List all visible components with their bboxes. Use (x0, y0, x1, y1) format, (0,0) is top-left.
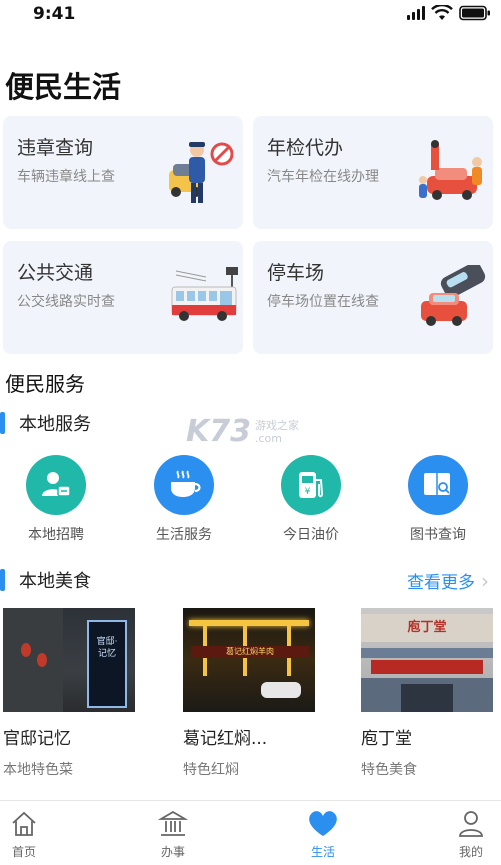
card-title: 违章查询 (17, 137, 94, 159)
watermark: K73 游戏之家 .com (186, 414, 299, 449)
traffic-police-icon (169, 142, 234, 203)
food-photo: 庖丁堂 (361, 608, 493, 712)
card-title: 年检代办 (267, 137, 344, 159)
tab-label: 生活 (310, 845, 335, 859)
header-accent-bar (0, 412, 5, 434)
local-service-header: 本地服务 (0, 410, 91, 436)
tab-affairs[interactable]: 办事 (133, 807, 213, 860)
food-tag: 本地特色菜 (3, 762, 73, 778)
chevron-right-icon: › (481, 568, 489, 593)
fuel-icon: ¥ (281, 455, 341, 515)
food-card[interactable]: 官邸·记忆 官邸记忆 本地特色菜 (3, 608, 135, 779)
local-food-header: 本地美食 (0, 567, 91, 593)
food-card[interactable]: 庖丁堂 庖丁堂 特色美食 (361, 608, 493, 779)
local-food-title: 本地美食 (19, 571, 91, 592)
food-name: 官邸记忆 (3, 729, 71, 749)
food-sign: 官邸·记忆 (96, 637, 118, 659)
status-time: 9:41 (33, 4, 76, 24)
card-subtitle: 车辆违章线上查 (17, 169, 115, 185)
tab-bar: 首页 办事 生活 我的 (0, 800, 501, 865)
svg-text:¥: ¥ (305, 487, 311, 497)
heart-icon (283, 807, 363, 841)
page-title: 便民生活 (5, 70, 122, 104)
car-inspection-icon (419, 140, 482, 200)
user-icon (431, 807, 501, 841)
food-name: 庖丁堂 (361, 729, 412, 749)
service-label: 生活服务 (156, 527, 212, 543)
food-name: 葛记红焖... (183, 729, 268, 749)
watermark-text: 游戏之家 (255, 418, 299, 432)
status-bar: 9:41 (0, 0, 501, 30)
watermark-domain: .com (255, 431, 282, 445)
battery-icon (459, 5, 490, 21)
food-photo: 葛记红焖羊肉 (183, 608, 315, 712)
food-tag: 特色红焖 (183, 762, 239, 778)
tab-life[interactable]: 生活 (283, 807, 363, 860)
tab-mine[interactable]: 我的 (431, 807, 501, 860)
service-fuel-price[interactable]: ¥ 今日油价 (256, 455, 366, 544)
signal-icon (407, 6, 425, 20)
wifi-icon (431, 5, 453, 20)
food-sign: 葛记红焖羊肉 (191, 646, 309, 658)
status-icons (407, 5, 491, 21)
coffee-icon (154, 455, 214, 515)
food-photo: 官邸·记忆 (3, 608, 135, 712)
service-life[interactable]: 生活服务 (129, 455, 239, 544)
card-parking[interactable]: 停车场 停车场位置在线查 (253, 241, 493, 354)
header-accent-bar (0, 569, 5, 591)
bus-icon (171, 267, 238, 321)
book-search-icon (408, 455, 468, 515)
service-recruitment[interactable]: 本地招聘 (1, 455, 111, 544)
section-title: 便民服务 (5, 372, 85, 396)
card-subtitle: 停车场位置在线查 (267, 294, 379, 310)
card-violation-query[interactable]: 违章查询 车辆违章线上查 (3, 116, 243, 229)
card-public-transport[interactable]: 公共交通 公交线路实时查 (3, 241, 243, 354)
tab-home[interactable]: 首页 (0, 807, 64, 860)
parking-icon (421, 265, 486, 326)
watermark-logo: K73 (186, 414, 251, 449)
see-more-link[interactable]: 查看更多 › (407, 568, 489, 594)
see-more-label: 查看更多 (407, 573, 475, 593)
card-title: 停车场 (267, 262, 325, 284)
recruit-icon (26, 455, 86, 515)
card-subtitle: 汽车年检在线办理 (267, 169, 379, 185)
card-title: 公共交通 (17, 262, 94, 284)
tab-label: 办事 (160, 845, 185, 859)
bank-icon (133, 807, 213, 841)
service-label: 今日油价 (283, 527, 339, 543)
card-subtitle: 公交线路实时查 (17, 294, 115, 310)
service-label: 本地招聘 (28, 527, 84, 543)
local-service-title: 本地服务 (19, 414, 91, 435)
tab-label: 首页 (11, 845, 36, 859)
tab-label: 我的 (458, 845, 483, 859)
service-label: 图书查询 (410, 527, 466, 543)
food-tag: 特色美食 (361, 762, 417, 778)
card-annual-inspection[interactable]: 年检代办 汽车年检在线办理 (253, 116, 493, 229)
service-book-search[interactable]: 图书查询 (383, 455, 493, 544)
food-sign: 庖丁堂 (407, 620, 447, 635)
food-card[interactable]: 葛记红焖羊肉 葛记红焖... 特色红焖 (183, 608, 315, 779)
home-icon (0, 807, 64, 841)
